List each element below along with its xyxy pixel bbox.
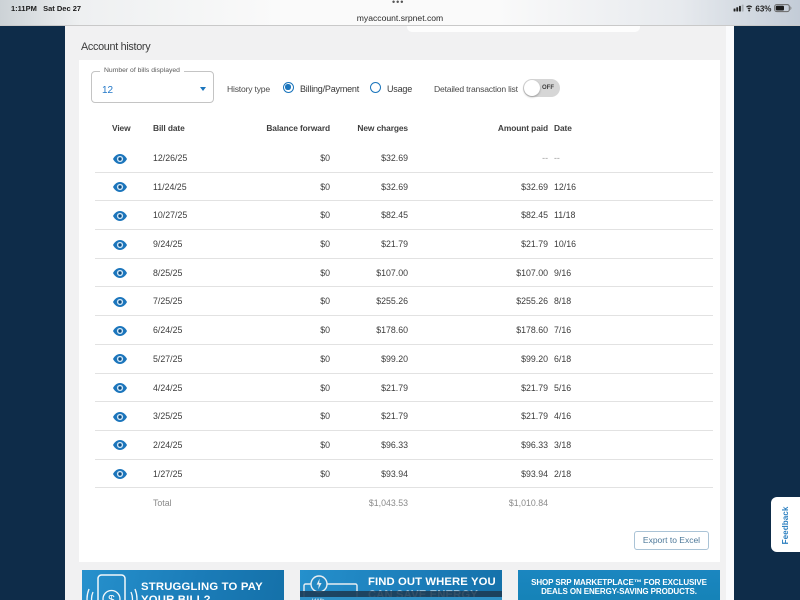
svg-text:$: $	[108, 593, 115, 600]
svg-text:63%: 63%	[755, 4, 771, 13]
